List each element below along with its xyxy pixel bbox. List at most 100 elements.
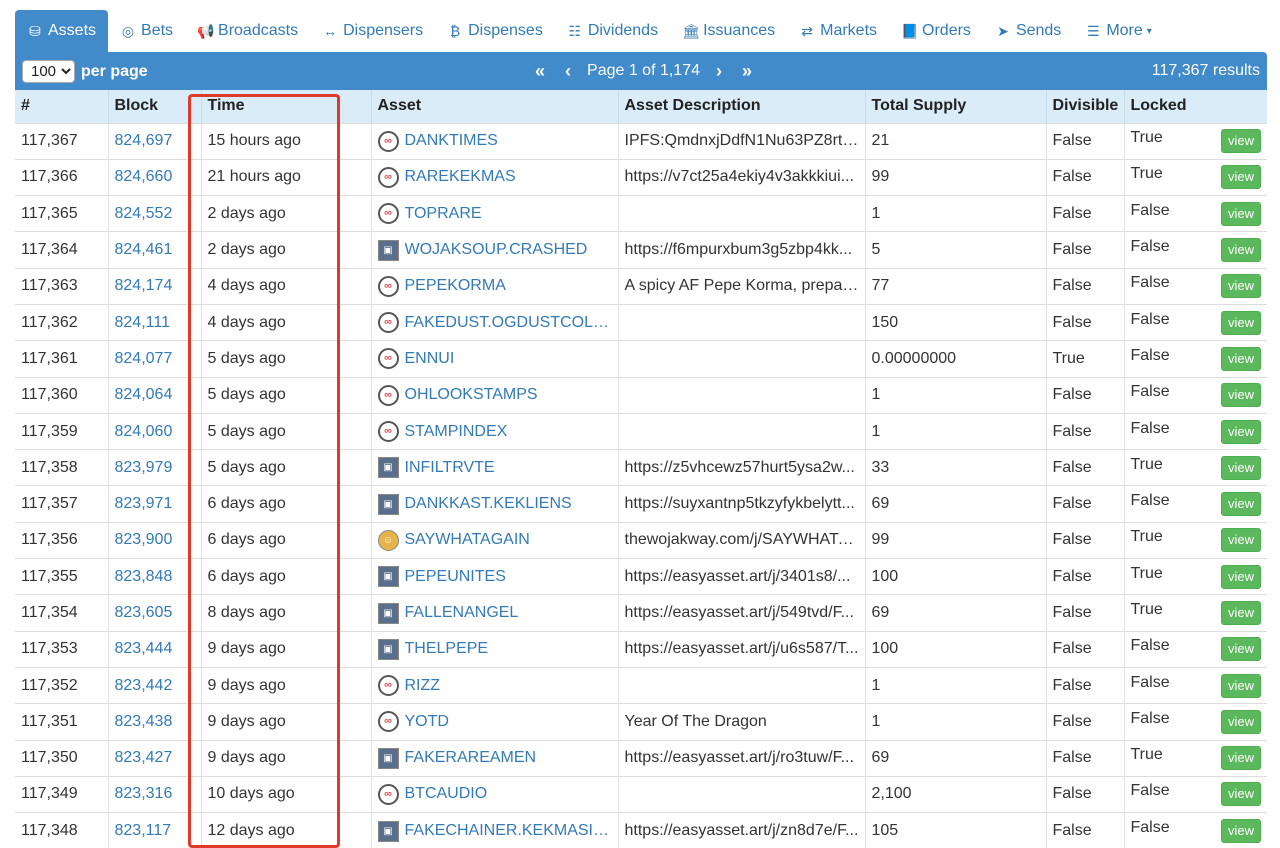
locked-value: True <box>1130 528 1163 546</box>
asset-link[interactable]: WOJAKSOUP.CRASHED <box>405 241 588 259</box>
block-link[interactable]: 824,461 <box>108 231 202 269</box>
asset-link[interactable]: INFILTRVTE <box>405 459 495 477</box>
block-link[interactable]: 824,064 <box>108 376 202 414</box>
caret-down-icon: ▾ <box>1146 25 1152 37</box>
asset-link[interactable]: FALLENANGEL <box>405 604 519 622</box>
view-button[interactable]: view <box>1220 310 1261 335</box>
tab-dividends[interactable]: ☷ Dividends <box>555 10 670 52</box>
asset-link[interactable]: RAREKEKMAS <box>405 168 516 186</box>
table-toolbar: 100 per page « ‹ Page 1 of 1,174 › » 117… <box>15 52 1267 90</box>
tab-sends[interactable]: ➤ Sends <box>983 10 1073 52</box>
view-button[interactable]: view <box>1220 673 1261 698</box>
block-link[interactable]: 823,605 <box>108 594 202 632</box>
last-page-button[interactable]: » <box>732 61 762 82</box>
asset-thumbnail-icon: ▣ <box>377 457 399 479</box>
asset-link[interactable]: PEPEUNITES <box>405 568 506 586</box>
asset-link[interactable]: FAKEDUST.OGDUSTCOLL... <box>405 314 612 332</box>
database-icon: ⛁ <box>29 22 41 39</box>
block-link[interactable]: 823,442 <box>108 666 202 704</box>
block-link[interactable]: 824,111 <box>108 303 202 341</box>
asset-link[interactable]: TOPRARE <box>405 205 482 223</box>
asset-link[interactable]: PEPEKORMA <box>405 277 506 295</box>
tab-issuances[interactable]: 🏛 Issuances <box>670 10 787 52</box>
block-link[interactable]: 823,979 <box>108 449 202 486</box>
block-link[interactable]: 823,848 <box>108 558 202 595</box>
view-button[interactable]: view <box>1220 819 1261 844</box>
bullhorn-icon: 📢 <box>197 22 215 39</box>
view-button[interactable]: view <box>1220 419 1261 444</box>
asset-link[interactable]: ENNUI <box>405 350 455 368</box>
block-link[interactable]: 823,900 <box>108 521 202 559</box>
tab-dispensers[interactable]: ↔ Dispensers <box>310 10 435 52</box>
block-link[interactable]: 824,174 <box>108 267 202 305</box>
per-page-select[interactable]: 100 <box>22 60 75 83</box>
time-cell: 5 days ago <box>201 449 372 486</box>
table-row: 117,355 823,848 6 days ago ▣ PEPEUNITES https… <box>15 558 1267 595</box>
view-button[interactable]: view <box>1220 346 1261 371</box>
locked-cell: True view <box>1124 521 1267 559</box>
block-link[interactable]: 823,316 <box>108 775 202 813</box>
total-supply: 77 <box>865 267 1047 305</box>
tab-bets[interactable]: ◎ Bets <box>108 10 185 52</box>
asset-link[interactable]: THELPEPE <box>405 640 489 658</box>
locked-value: False <box>1130 673 1170 691</box>
asset-link[interactable]: FAKERAREAMEN <box>405 749 537 767</box>
locked-value: False <box>1130 419 1170 437</box>
asset-description: https://easyasset.art/j/zn8d7e/F... <box>618 812 866 848</box>
row-number: 117,365 <box>15 195 109 232</box>
view-button[interactable]: view <box>1220 528 1261 553</box>
asset-thumbnail-icon: ▣ <box>377 820 399 842</box>
view-button[interactable]: view <box>1220 165 1261 190</box>
prev-page-button[interactable]: ‹ <box>555 61 581 82</box>
asset-link[interactable]: FAKECHAINER.KEKMASIT... <box>405 822 612 840</box>
time-cell: 9 days ago <box>201 703 372 741</box>
view-button[interactable]: view <box>1220 274 1261 299</box>
asset-link[interactable]: SAYWHATAGAIN <box>405 531 530 549</box>
view-button[interactable]: view <box>1220 746 1261 771</box>
asset-link[interactable]: YOTD <box>405 713 449 731</box>
block-link[interactable]: 823,438 <box>108 703 202 741</box>
tab-orders[interactable]: 📘 Orders <box>889 10 983 52</box>
locked-cell: True view <box>1124 122 1267 160</box>
asset-link[interactable]: BTCAUDIO <box>405 785 488 803</box>
view-button[interactable]: view <box>1220 637 1261 662</box>
block-link[interactable]: 824,060 <box>108 412 202 450</box>
view-button[interactable]: view <box>1220 129 1261 154</box>
asset-link[interactable]: OHLOOKSTAMPS <box>405 386 538 404</box>
view-button[interactable]: view <box>1220 238 1261 263</box>
view-button[interactable]: view <box>1220 564 1261 589</box>
block-link[interactable]: 824,552 <box>108 195 202 232</box>
block-link[interactable]: 823,117 <box>108 812 202 848</box>
block-link[interactable]: 824,077 <box>108 340 202 378</box>
block-link[interactable]: 824,697 <box>108 122 202 160</box>
tab-label: Issuances <box>703 22 776 39</box>
tab-assets[interactable]: ⛁ Assets <box>15 10 109 52</box>
view-button[interactable]: view <box>1220 709 1261 734</box>
block-link[interactable]: 824,660 <box>108 158 202 196</box>
asset-wrapper: ∞ RIZZ <box>377 675 612 697</box>
view-button[interactable]: view <box>1220 601 1261 625</box>
view-button[interactable]: view <box>1220 201 1261 226</box>
tab-dispenses[interactable]: ₿ Dispenses <box>435 10 555 52</box>
block-link[interactable]: 823,971 <box>108 485 202 523</box>
block-link[interactable]: 823,444 <box>108 630 202 668</box>
asset-link[interactable]: STAMPINDEX <box>405 423 508 441</box>
total-supply: 99 <box>865 521 1047 559</box>
asset-link[interactable]: DANKTIMES <box>405 132 498 150</box>
tab-broadcasts[interactable]: 📢 Broadcasts <box>185 10 310 52</box>
asset-cell: ▣ WOJAKSOUP.CRASHED <box>371 231 619 269</box>
next-page-button[interactable]: › <box>706 61 732 82</box>
tab-markets[interactable]: ⇄ Markets <box>787 10 889 52</box>
asset-generic-icon: ∞ <box>377 711 399 733</box>
asset-link[interactable]: DANKKAST.KEKLIENS <box>405 495 572 513</box>
tab-more[interactable]: ☰ More ▾ <box>1073 10 1163 52</box>
view-button[interactable]: view <box>1220 455 1261 480</box>
asset-cell: ∞ BTCAUDIO <box>371 775 619 813</box>
view-button[interactable]: view <box>1220 492 1261 517</box>
view-button[interactable]: view <box>1220 782 1261 807</box>
view-button[interactable]: view <box>1220 383 1261 408</box>
block-link[interactable]: 823,427 <box>108 739 202 777</box>
asset-link[interactable]: RIZZ <box>405 677 441 695</box>
asset-wrapper: ▣ THELPEPE <box>377 638 612 660</box>
first-page-button[interactable]: « <box>525 61 555 82</box>
